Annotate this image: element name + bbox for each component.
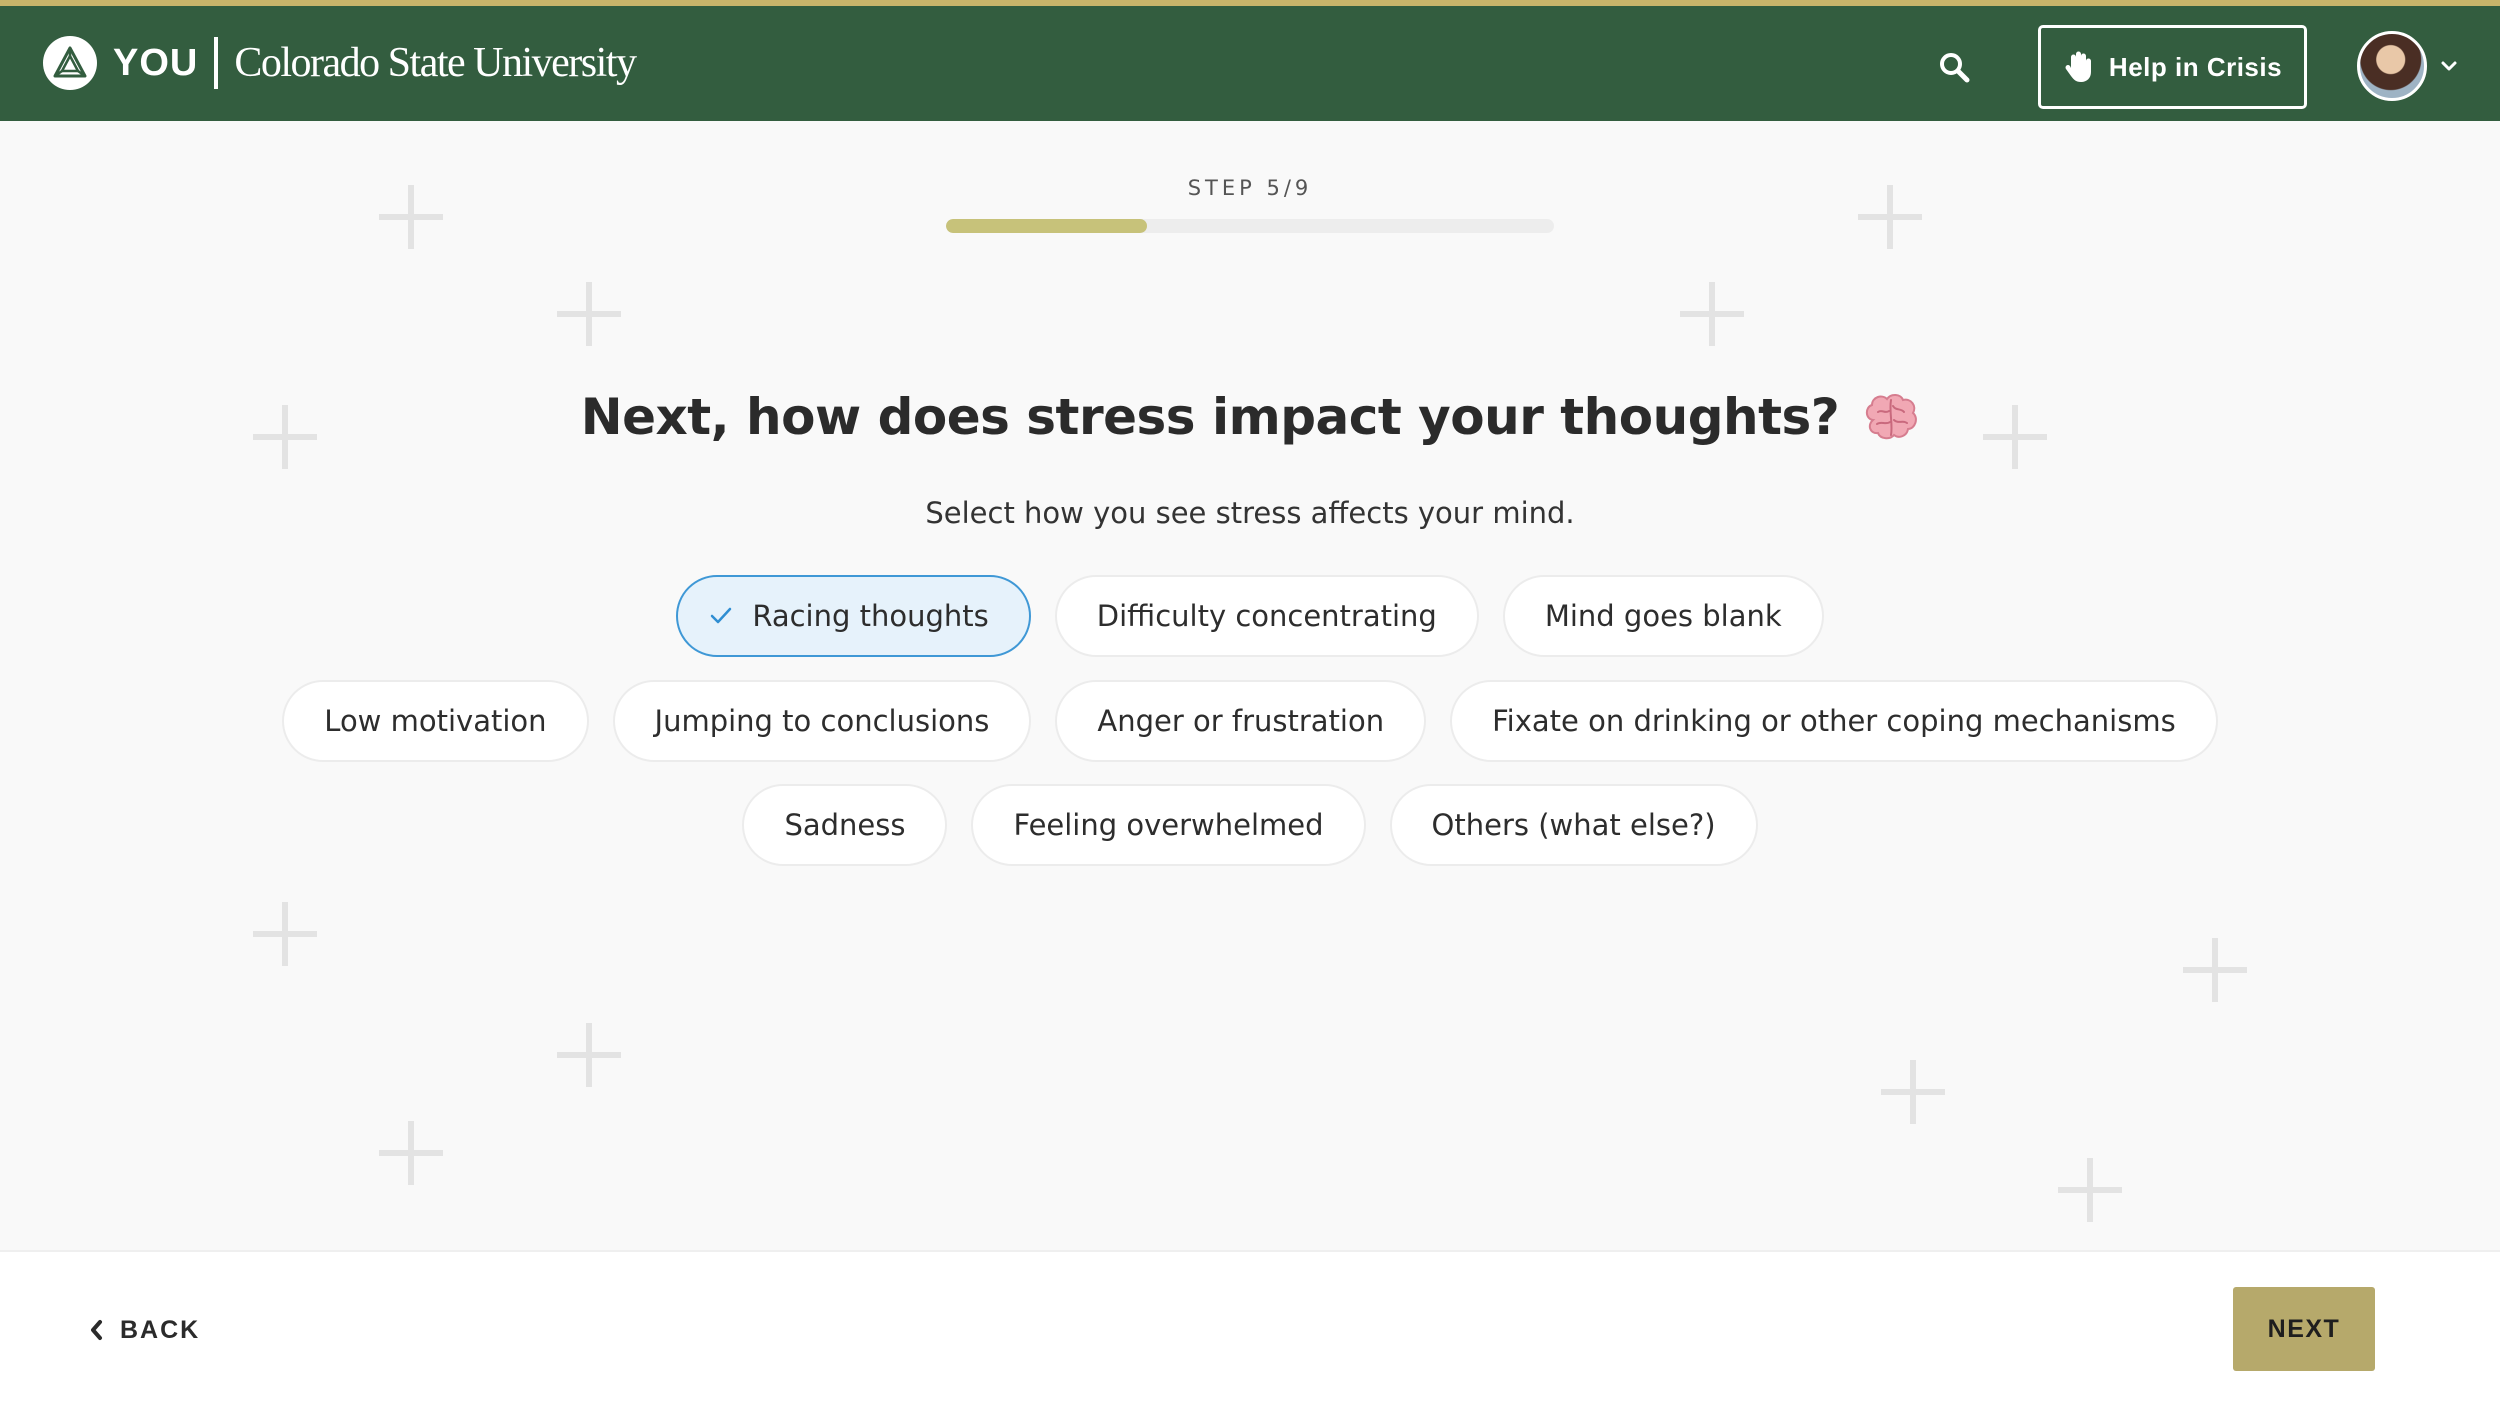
option-label: Anger or frustration xyxy=(1097,704,1385,738)
decorative-plus-icon xyxy=(557,1023,621,1087)
question-title: Next, how does stress impact your though… xyxy=(580,388,1840,446)
decorative-plus-icon xyxy=(2183,938,2247,1002)
option-chip[interactable]: Low motivation xyxy=(282,680,589,762)
hand-icon xyxy=(2065,51,2091,82)
avatar xyxy=(2357,31,2427,101)
option-label: Difficulty concentrating xyxy=(1096,599,1437,633)
decorative-plus-icon xyxy=(557,282,621,346)
top-navigation-bar: YOU Colorado State University Help in Cr… xyxy=(0,0,2500,121)
footer-navigation: BACK NEXT xyxy=(0,1250,2500,1406)
option-chip[interactable]: Fixate on drinking or other coping mecha… xyxy=(1450,680,2218,762)
chevron-down-icon xyxy=(2441,61,2457,71)
decorative-plus-icon xyxy=(1881,1060,1945,1124)
option-chip[interactable]: Sadness xyxy=(742,784,948,866)
question-heading: Next, how does stress impact your though… xyxy=(0,388,2500,446)
university-name: Colorado State University xyxy=(234,40,637,86)
you-logo-icon xyxy=(43,36,97,90)
search-icon xyxy=(1940,53,1970,83)
option-label: Fixate on drinking or other coping mecha… xyxy=(1492,704,2176,738)
next-button[interactable]: NEXT xyxy=(2233,1287,2375,1371)
option-chip[interactable]: Others (what else?) xyxy=(1389,784,1758,866)
option-label: Feeling overwhelmed xyxy=(1013,808,1324,842)
option-chip-selected[interactable]: Racing thoughts xyxy=(676,575,1031,657)
brand-home-link[interactable]: YOU Colorado State University xyxy=(43,35,637,91)
back-label: BACK xyxy=(120,1315,201,1344)
option-chip[interactable]: Anger or frustration xyxy=(1055,680,1427,762)
options-row: Racing thoughts Difficulty concentrating… xyxy=(0,575,2500,657)
option-label: Sadness xyxy=(784,808,906,842)
option-chip[interactable]: Feeling overwhelmed xyxy=(971,784,1366,866)
brain-icon xyxy=(1866,394,1918,440)
brand-you-text: YOU xyxy=(113,41,199,84)
question-subtitle: Select how you see stress affects your m… xyxy=(925,496,1575,530)
back-button[interactable]: BACK xyxy=(88,1252,200,1406)
option-chip[interactable]: Difficulty concentrating xyxy=(1054,575,1479,657)
option-label: Jumping to conclusions xyxy=(654,704,990,738)
progress-bar-fill xyxy=(946,219,1147,233)
step-indicator: STEP 5/9 xyxy=(1187,176,1313,200)
progress-bar xyxy=(946,219,1554,233)
brand-divider xyxy=(214,37,219,89)
help-in-crisis-button[interactable]: Help in Crisis xyxy=(2038,25,2307,109)
option-label: Others (what else?) xyxy=(1431,808,1716,842)
check-icon xyxy=(711,607,732,624)
options-row: Low motivation Jumping to conclusions An… xyxy=(0,680,2500,762)
search-button[interactable] xyxy=(1936,49,1972,85)
next-label: NEXT xyxy=(2267,1314,2341,1343)
chevron-left-icon xyxy=(91,1320,102,1340)
options-row: Sadness Feeling overwhelmed Others (what… xyxy=(0,784,2500,866)
decorative-plus-icon xyxy=(2058,1158,2122,1222)
option-label: Low motivation xyxy=(324,704,547,738)
help-in-crisis-label: Help in Crisis xyxy=(2108,51,2283,82)
option-label: Mind goes blank xyxy=(1544,599,1782,633)
decorative-plus-icon xyxy=(253,902,317,966)
option-chip[interactable]: Mind goes blank xyxy=(1502,575,1824,657)
option-label: Racing thoughts xyxy=(752,599,989,633)
profile-menu[interactable] xyxy=(2357,31,2459,101)
option-chip[interactable]: Jumping to conclusions xyxy=(612,680,1032,762)
decorative-plus-icon xyxy=(1680,282,1744,346)
decorative-plus-icon xyxy=(379,1121,443,1185)
